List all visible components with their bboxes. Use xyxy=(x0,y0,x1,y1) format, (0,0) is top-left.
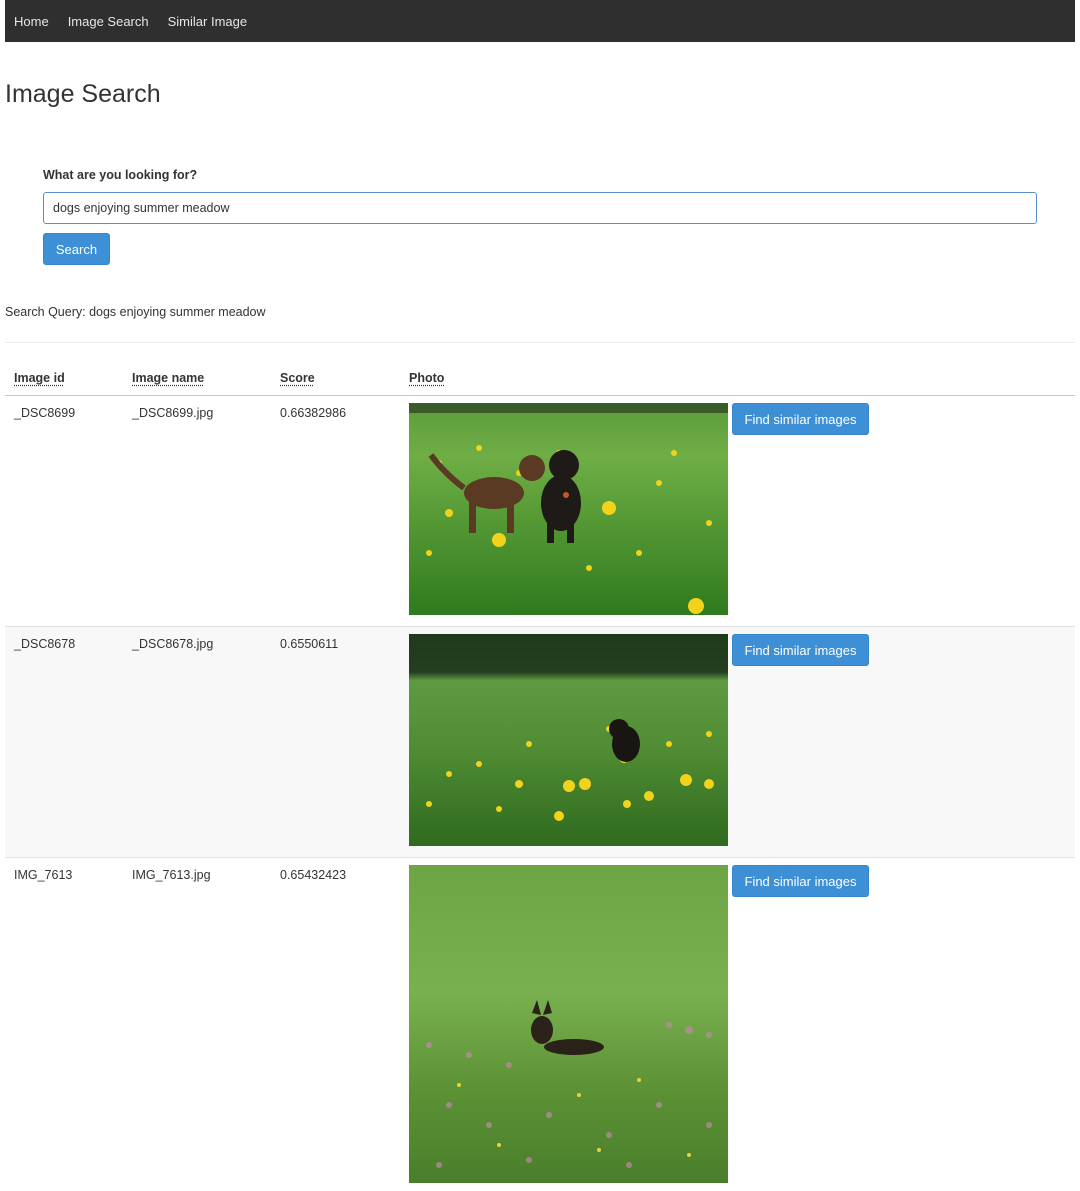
dog-photo-thumbnail xyxy=(409,865,728,1183)
dog-photo-thumbnail xyxy=(409,403,728,615)
header-image-id[interactable]: Image id xyxy=(14,371,65,385)
cell-image-id: _DSC8678 xyxy=(14,637,76,651)
nav-similar-image-link[interactable]: Similar Image xyxy=(168,14,247,29)
find-similar-images-button[interactable]: Find similar images xyxy=(732,865,869,897)
search-query-text: Search Query: dogs enjoying summer meado… xyxy=(5,305,266,319)
table-row: _DSC8699 _DSC8699.jpg 0.66382986 Find si… xyxy=(5,396,1075,627)
find-similar-images-button[interactable]: Find similar images xyxy=(732,403,869,435)
cell-score: 0.66382986 xyxy=(280,406,347,420)
table-row: IMG_7613 IMG_7613.jpg 0.65432423 Find si… xyxy=(5,858,1075,1188)
page-title: Image Search xyxy=(5,80,161,108)
header-photo[interactable]: Photo xyxy=(409,371,444,385)
nav-image-search-link[interactable]: Image Search xyxy=(68,14,149,29)
cell-image-id: IMG_7613 xyxy=(14,868,73,882)
cell-image-name: _DSC8678.jpg xyxy=(132,637,214,651)
search-field-label: What are you looking for? xyxy=(43,168,198,182)
divider xyxy=(5,342,1075,343)
header-score[interactable]: Score xyxy=(280,371,315,385)
cell-image-name: _DSC8699.jpg xyxy=(132,406,214,420)
top-navbar: Home Image Search Similar Image xyxy=(5,0,1075,42)
results-table: Image id Image name Score Photo _DSC8699… xyxy=(5,360,1075,1188)
cell-score: 0.65432423 xyxy=(280,868,347,882)
table-row: _DSC8678 _DSC8678.jpg 0.6550611 Find sim… xyxy=(5,627,1075,858)
search-button[interactable]: Search xyxy=(43,233,110,265)
cell-score: 0.6550611 xyxy=(280,637,339,651)
table-header: Image id Image name Score Photo xyxy=(5,360,1075,396)
search-input[interactable] xyxy=(43,192,1037,224)
nav-home-link[interactable]: Home xyxy=(14,14,49,29)
header-image-name[interactable]: Image name xyxy=(132,371,204,385)
find-similar-images-button[interactable]: Find similar images xyxy=(732,634,869,666)
cell-image-name: IMG_7613.jpg xyxy=(132,868,211,882)
dog-photo-thumbnail xyxy=(409,634,728,846)
cell-image-id: _DSC8699 xyxy=(14,406,76,420)
